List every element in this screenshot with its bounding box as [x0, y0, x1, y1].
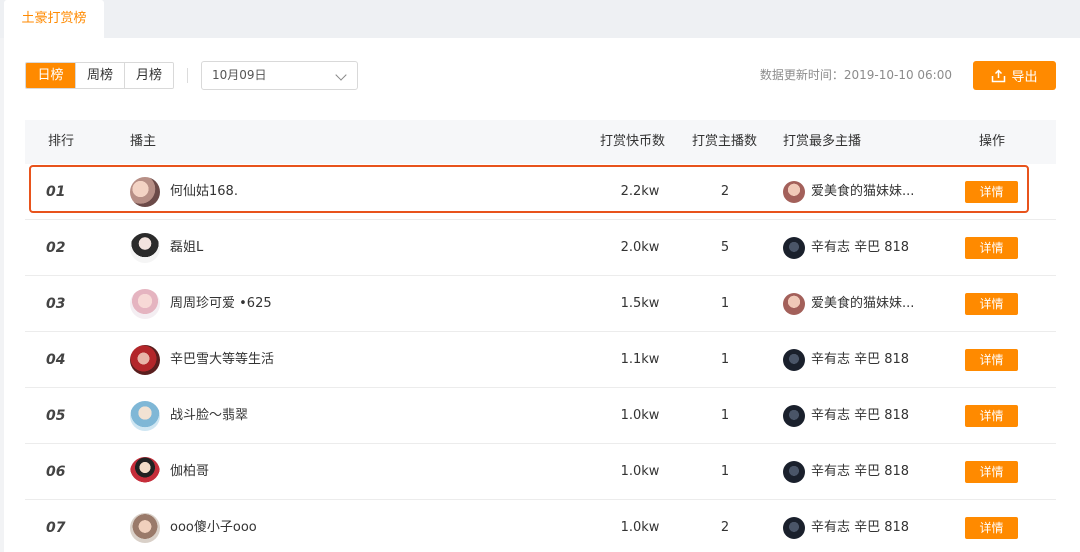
table-row: 05 战斗脸～翡翠 1.0kw 1 辛有志 辛巴 818 详情: [25, 388, 1056, 444]
top-host-name: 辛有志 辛巴 818: [811, 464, 910, 479]
table-row: 04 辛巴雪大等等生活 1.1kw 1 辛有志 辛巴 818 详情: [25, 332, 1056, 388]
date-select-value: 10月09日: [212, 68, 267, 82]
rank-number: 01: [46, 184, 66, 200]
ranking-table: 排行 播主 打赏快币数 打赏主播数 打赏最多主播 操作 01 何仙姑168. 2…: [25, 120, 1056, 552]
date-select[interactable]: 10月09日: [201, 61, 358, 90]
rank-number: 06: [46, 464, 66, 480]
period-weekly-button[interactable]: 周榜: [75, 63, 124, 88]
host-avatar: [130, 177, 160, 207]
top-host-avatar: [783, 405, 805, 427]
table-row: 02 磊姐L 2.0kw 5 辛有志 辛巴 818 详情: [25, 220, 1056, 276]
period-switch: 日榜 周榜 月榜: [25, 62, 174, 89]
chevron-down-icon: [335, 69, 347, 81]
detail-button[interactable]: 详情: [965, 237, 1018, 259]
host-name: 战斗脸～翡翠: [170, 408, 249, 423]
host-avatar: [130, 233, 160, 263]
top-host-avatar: [783, 181, 805, 203]
coin-amount: 1.0kw: [620, 520, 660, 535]
coin-amount: 1.0kw: [620, 464, 660, 479]
host-count: 1: [720, 352, 730, 367]
export-button-label: 导出: [1011, 70, 1038, 85]
top-host-name: 辛有志 辛巴 818: [811, 520, 910, 535]
period-monthly-button[interactable]: 月榜: [124, 63, 173, 88]
host-count: 1: [720, 408, 730, 423]
coin-amount: 2.2kw: [620, 184, 660, 199]
coin-amount: 2.0kw: [620, 240, 660, 255]
detail-button[interactable]: 详情: [965, 405, 1018, 427]
top-host-name: 爱美食的猫妹妹...: [811, 296, 915, 311]
host-name: 伽柏哥: [170, 464, 210, 479]
rank-number: 02: [46, 240, 66, 256]
top-host-name: 辛有志 辛巴 818: [811, 408, 910, 423]
table-header: 排行 播主 打赏快币数 打赏主播数 打赏最多主播 操作: [25, 120, 1056, 164]
main-panel: 日榜 周榜 月榜 10月09日 数据更新时间：2019-10-10 06:00 …: [4, 38, 1080, 552]
host-count: 1: [720, 296, 730, 311]
top-host-avatar: [783, 293, 805, 315]
header-action: 操作: [979, 134, 1006, 149]
host-avatar: [130, 457, 160, 487]
host-count: 2: [720, 184, 730, 199]
host-avatar: [130, 289, 160, 319]
host-count: 1: [720, 464, 730, 479]
host-count: 2: [720, 520, 730, 535]
export-button[interactable]: 导出: [973, 61, 1056, 90]
top-host-name: 爱美食的猫妹妹...: [811, 184, 915, 199]
rank-number: 04: [46, 352, 66, 368]
host-name: 周周珍可爱 •625: [170, 296, 272, 311]
host-name: ooo傻小子ooo: [170, 520, 257, 535]
table-row: 07 ooo傻小子ooo 1.0kw 2 辛有志 辛巴 818 详情: [25, 500, 1056, 552]
coin-amount: 1.1kw: [620, 352, 660, 367]
period-daily-button[interactable]: 日榜: [26, 63, 75, 88]
rank-number: 03: [46, 296, 66, 312]
host-name: 何仙姑168.: [170, 184, 238, 199]
host-name: 辛巴雪大等等生活: [170, 352, 275, 367]
coin-amount: 1.5kw: [620, 296, 660, 311]
rank-number: 05: [46, 408, 66, 424]
update-time-label: 数据更新时间：2019-10-10 06:00: [759, 68, 952, 82]
detail-button[interactable]: 详情: [965, 461, 1018, 483]
detail-button[interactable]: 详情: [965, 181, 1018, 203]
header-host: 播主: [130, 134, 157, 149]
header-coins: 打赏快币数: [600, 134, 666, 149]
detail-button[interactable]: 详情: [965, 293, 1018, 315]
table-row: 06 伽柏哥 1.0kw 1 辛有志 辛巴 818 详情: [25, 444, 1056, 500]
top-host-avatar: [783, 461, 805, 483]
top-host-avatar: [783, 237, 805, 259]
coin-amount: 1.0kw: [620, 408, 660, 423]
table-row: 03 周周珍可爱 •625 1.5kw 1 爱美食的猫妹妹... 详情: [25, 276, 1056, 332]
rank-number: 07: [46, 520, 66, 536]
header-top-host: 打赏最多主播: [783, 134, 862, 149]
top-host-name: 辛有志 辛巴 818: [811, 240, 910, 255]
host-avatar: [130, 513, 160, 543]
header-rank: 排行: [48, 134, 75, 149]
host-count: 5: [720, 240, 730, 255]
detail-button[interactable]: 详情: [965, 349, 1018, 371]
toolbar-divider: [187, 68, 188, 83]
host-avatar: [130, 345, 160, 375]
header-host-count: 打赏主播数: [692, 134, 758, 149]
host-name: 磊姐L: [170, 240, 204, 255]
table-row: 01 何仙姑168. 2.2kw 2 爱美食的猫妹妹... 详情: [25, 164, 1056, 220]
tab-bar: 土豪打赏榜: [0, 0, 1080, 38]
top-host-avatar: [783, 517, 805, 539]
host-avatar: [130, 401, 160, 431]
upload-icon: [992, 68, 1006, 82]
top-host-name: 辛有志 辛巴 818: [811, 352, 910, 367]
tab-tycoon-reward-ranking[interactable]: 土豪打赏榜: [4, 0, 104, 38]
top-host-avatar: [783, 349, 805, 371]
detail-button[interactable]: 详情: [965, 517, 1018, 539]
